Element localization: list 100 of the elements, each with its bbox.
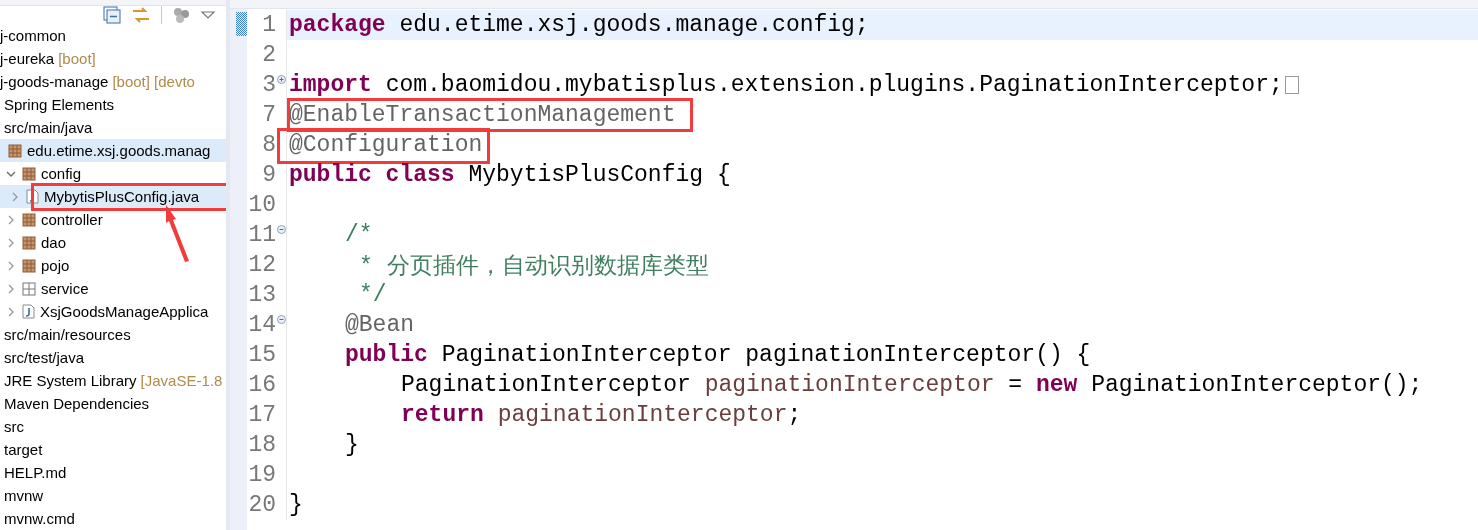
code-text: com.baomidou.mybatisplus.extension.plugins.PaginationInterceptor; — [384, 72, 1283, 98]
item-decoration: [JavaSE-1.8 — [140, 372, 223, 389]
filter-icon[interactable] — [172, 6, 190, 24]
line-number: 8 — [262, 132, 276, 158]
package-icon — [8, 143, 22, 158]
package-icon — [22, 212, 36, 227]
item-label: src/main/resources — [4, 326, 131, 343]
line-number: 9 — [262, 162, 276, 188]
line-number: 15 — [248, 342, 276, 368]
tree-item[interactable]: j-goods-manage [boot] [devto — [0, 70, 226, 93]
line-number: 1 — [262, 12, 276, 38]
tree-item[interactable]: dao — [0, 231, 226, 254]
item-label: mvnw — [4, 487, 44, 504]
item-label: j-common — [0, 27, 66, 44]
line-number: 18 — [248, 432, 276, 458]
tree-item[interactable]: config — [0, 162, 226, 185]
tree-item[interactable]: MybytisPlusConfig.java — [0, 185, 226, 208]
keyword: package — [289, 12, 386, 38]
line-number: 3 — [262, 72, 276, 98]
item-label: dao — [41, 234, 67, 251]
tree-item[interactable]: JRE System Library [JavaSE-1.8 — [0, 369, 226, 392]
code-text: PaginationInterceptor — [401, 372, 692, 398]
line-number: 13 — [248, 282, 276, 308]
annotation: @EnableTransactionManagement — [289, 102, 676, 128]
line-number: 20 — [248, 492, 276, 518]
comment: /* — [345, 222, 373, 248]
item-label: service — [41, 280, 89, 297]
tree-item[interactable]: src/main/java — [0, 116, 226, 139]
annotation: @Configuration — [289, 132, 483, 158]
link-arrows-icon[interactable] — [131, 6, 151, 24]
tree-item[interactable]: j-common — [0, 24, 226, 47]
keyword: return — [401, 402, 485, 428]
line-number: 10 — [248, 192, 276, 218]
tree-item[interactable]: src/main/resources — [0, 323, 226, 346]
item-decoration: [boot] [devto — [112, 73, 195, 90]
line-number: 11 — [248, 222, 276, 248]
tree-item[interactable]: pojo — [0, 254, 226, 277]
item-decoration: [boot] — [58, 50, 96, 67]
code-text: PaginationInterceptor(); — [1090, 372, 1423, 398]
tree-item[interactable]: src/test/java — [0, 346, 226, 369]
item-label: j-eureka — [0, 50, 55, 67]
annotation: @Bean — [345, 312, 414, 338]
tree-item[interactable]: Spring Elements — [0, 93, 226, 116]
line-number: 17 — [248, 402, 276, 428]
tree-item[interactable]: XsjGoodsManageApplica — [0, 300, 226, 323]
collapse-all-icon[interactable] — [103, 6, 121, 24]
item-label: Spring Elements — [4, 96, 115, 113]
keyword: public class — [289, 162, 455, 188]
comment: * 分页插件，自动识别数据库类型 — [359, 252, 709, 281]
item-label: MybytisPlusConfig.java — [44, 188, 200, 205]
keyword: import — [289, 72, 372, 98]
variable: paginationInterceptor — [704, 372, 995, 398]
item-label: config — [41, 165, 82, 182]
package-icon — [22, 235, 36, 250]
folded-code-marker[interactable] — [1284, 76, 1299, 94]
package-icon — [22, 281, 36, 296]
item-label: mvnw.cmd — [4, 510, 75, 527]
item-label: controller — [41, 211, 103, 228]
line-number: 14 — [248, 312, 276, 338]
item-label: src/test/java — [4, 349, 85, 366]
comment: */ — [359, 282, 387, 308]
item-label: pojo — [41, 257, 70, 274]
item-label: j-goods-manage — [0, 73, 109, 90]
tree-item[interactable]: target — [0, 438, 226, 461]
tree-item[interactable]: service — [0, 277, 226, 300]
line-number: 7 — [262, 102, 276, 128]
code-text: PaginationInterceptor paginationInterceptor() { — [440, 342, 1091, 368]
tree-item[interactable]: mvnw — [0, 484, 226, 507]
item-label: src/main/java — [4, 119, 93, 136]
line-number: 12 — [248, 252, 276, 278]
expand-fold-icon[interactable] — [277, 75, 286, 84]
item-label: Maven Dependencies — [4, 395, 150, 412]
collapse-fold-icon[interactable] — [277, 315, 286, 324]
tree-item[interactable]: Maven Dependencies — [0, 392, 226, 415]
code-text: ; — [787, 402, 802, 428]
code-text: } — [345, 432, 359, 458]
line-number: 16 — [248, 372, 276, 398]
tree-item[interactable]: edu.etime.xsj.goods.manag — [0, 139, 226, 162]
collapse-fold-icon[interactable] — [277, 225, 286, 234]
line-number: 19 — [248, 462, 276, 488]
code-text: MybytisPlusConfig { — [467, 162, 731, 188]
java-file-icon — [26, 189, 39, 204]
package-icon — [22, 258, 36, 273]
package-icon — [22, 166, 36, 181]
item-label: HELP.md — [4, 464, 67, 481]
keyword: new — [1035, 372, 1078, 398]
tree-item[interactable]: controller — [0, 208, 226, 231]
line-number: 2 — [262, 42, 276, 68]
java-file-icon — [22, 304, 35, 319]
keyword: public — [345, 342, 428, 368]
variable: paginationInterceptor — [497, 402, 788, 428]
tree-item[interactable]: j-eureka [boot] — [0, 47, 226, 70]
tree-item[interactable]: HELP.md — [0, 461, 226, 484]
code-text: = — [1007, 372, 1024, 398]
tree-item[interactable]: src — [0, 415, 226, 438]
tree-item[interactable]: mvnw.cmd — [0, 507, 226, 530]
code-text: } — [289, 492, 303, 518]
item-label: src — [4, 418, 24, 435]
item-label: target — [4, 441, 43, 458]
item-label: XsjGoodsManageApplica — [40, 303, 209, 320]
